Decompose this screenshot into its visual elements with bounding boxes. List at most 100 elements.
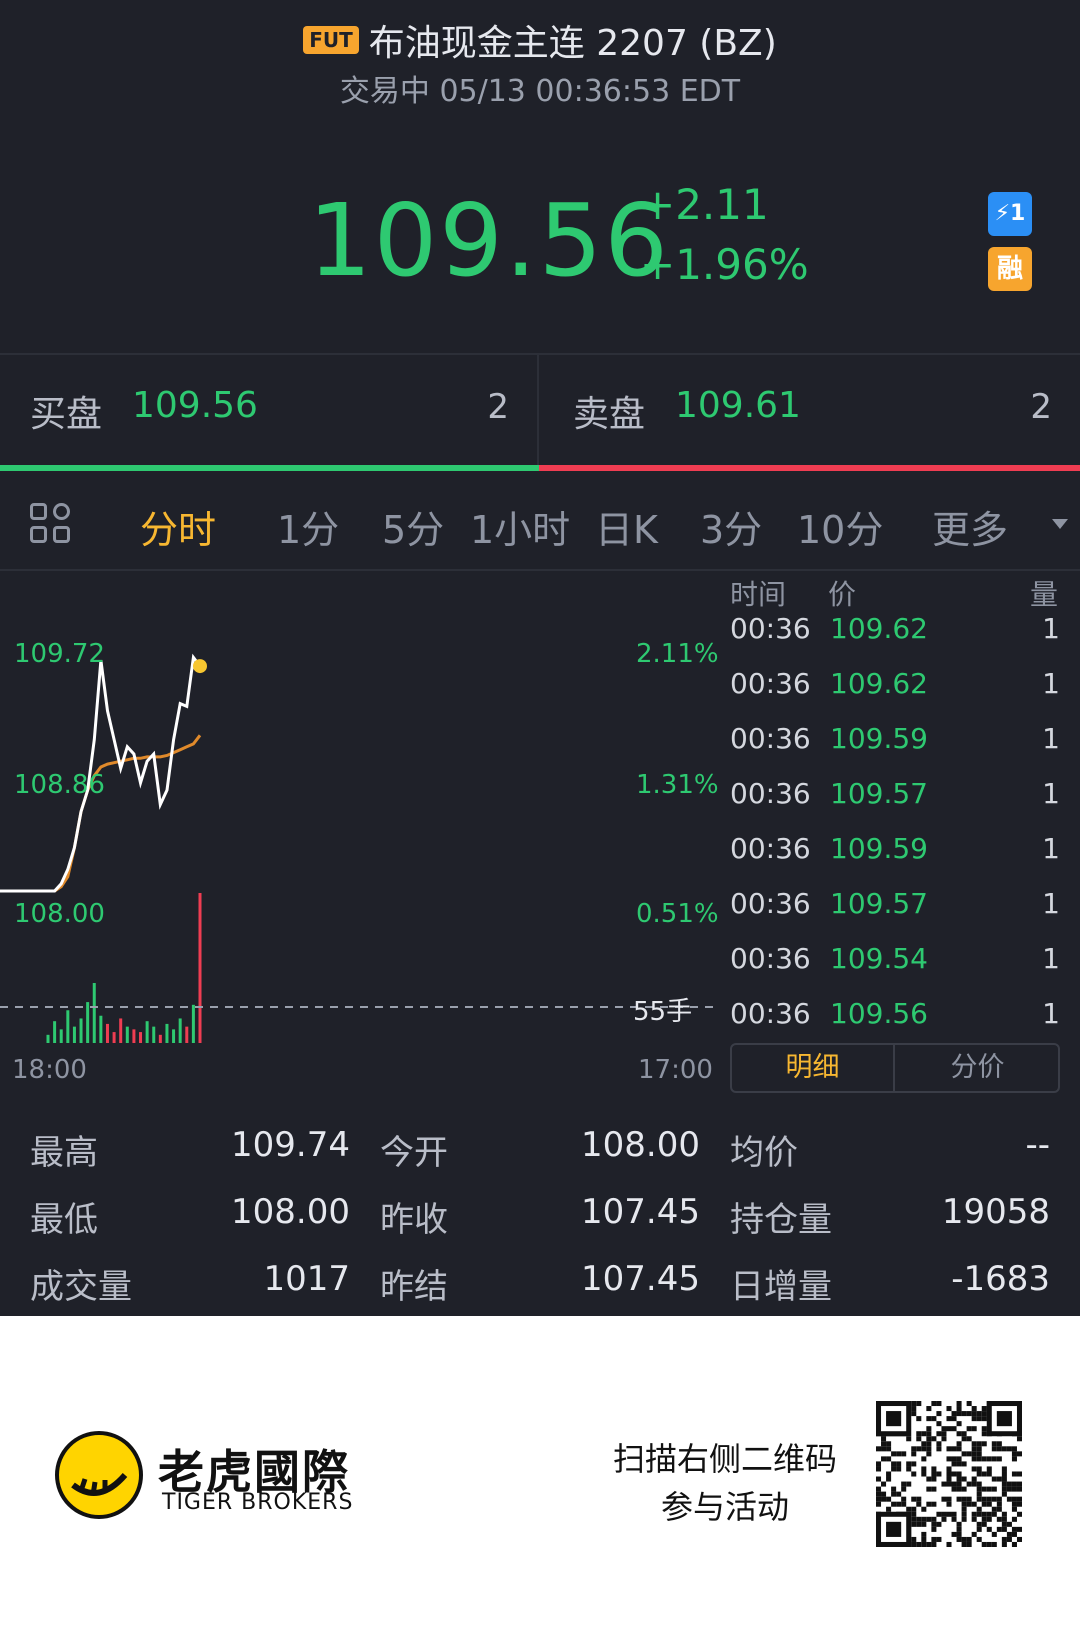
period-tabs: 分时 1分 5分 1小时 日K 3分 10分 更多 <box>0 471 1080 571</box>
volume-bar <box>178 1018 182 1043</box>
volume-bar <box>139 1032 143 1043</box>
volume-bar <box>145 1021 149 1043</box>
volume-bar <box>105 1023 109 1043</box>
tab-1min[interactable]: 1分 <box>277 499 339 554</box>
title-line: FUT 布油现金主连 2207 (BZ) <box>0 14 1080 66</box>
margin-badge-icon[interactable]: 融 <box>988 247 1032 291</box>
bid-panel[interactable]: 买盘 109.56 2 <box>0 355 537 465</box>
trading-status: 交易中 05/13 00:36:53 EDT <box>339 74 741 109</box>
promo-footer: 老虎國際 TIGER BROKERS 扫描右侧二维码 参与活动 <box>0 1316 1080 1632</box>
futures-badge: FUT <box>303 26 359 54</box>
tick-row: 00:36 109.54 1 <box>730 942 1060 975</box>
volume-bar <box>198 893 202 1043</box>
stat-prev-settle-label: 昨结 <box>380 1267 448 1307</box>
tab-5min[interactable]: 5分 <box>382 499 444 554</box>
qr-code-icon[interactable] <box>876 1401 1022 1547</box>
tab-intraday[interactable]: 分时 <box>140 499 216 554</box>
stat-volume-label: 成交量 <box>30 1267 132 1307</box>
stat-high: 109.74 <box>231 1125 350 1165</box>
bid-price: 109.56 <box>132 385 258 426</box>
chart-canvas <box>0 653 720 1043</box>
volume-bar <box>152 1026 156 1043</box>
stat-open-interest-label: 持仓量 <box>730 1200 832 1240</box>
volume-bar <box>79 1018 83 1043</box>
header: FUT 布油现金主连 2207 (BZ) 交易中 05/13 00:36:53 E… <box>0 0 1080 120</box>
tick-row: 00:36 109.59 1 <box>730 832 1060 865</box>
tab-detail[interactable]: 明细 <box>732 1045 895 1091</box>
stat-prev-close: 107.45 <box>581 1192 700 1232</box>
stat-avg: -- <box>1025 1125 1050 1165</box>
tiger-logo-icon <box>55 1431 143 1519</box>
last-price: 109.56 <box>308 182 670 299</box>
ask-panel[interactable]: 卖盘 109.61 2 <box>539 355 1080 465</box>
ask-price: 109.61 <box>675 385 801 426</box>
price-axis-low: 108.00 <box>14 899 105 929</box>
price-axis-high: 109.72 <box>14 639 105 669</box>
volume-bar <box>99 1015 103 1043</box>
ticks-view-toggle: 明细 分价 <box>730 1043 1060 1093</box>
stat-open-label: 今开 <box>380 1133 448 1173</box>
price-change-percent: +1.96% <box>640 240 809 289</box>
volume-bar <box>112 1032 116 1043</box>
quote-screen: FUT 布油现金主连 2207 (BZ) 交易中 05/13 00:36:53 E… <box>0 0 1080 1316</box>
tab-daily[interactable]: 日K <box>595 499 658 554</box>
stat-prev-close-label: 昨收 <box>380 1200 448 1240</box>
volume-bar <box>53 1021 57 1043</box>
volume-bar <box>86 1002 90 1043</box>
stat-high-label: 最高 <box>30 1133 98 1173</box>
ask-label: 卖盘 <box>573 394 646 435</box>
pct-axis-high: 2.11% <box>636 639 719 669</box>
stat-open-interest: 19058 <box>941 1192 1050 1232</box>
stat-low-label: 最低 <box>30 1200 98 1240</box>
last-price-dot <box>193 659 207 674</box>
volume-bar <box>46 1034 50 1043</box>
stat-low: 108.00 <box>231 1192 350 1232</box>
fast-trade-icon[interactable]: ⚡1 <box>988 192 1032 236</box>
price-axis-mid: 108.86 <box>14 770 105 800</box>
stat-open: 108.00 <box>581 1125 700 1165</box>
cta-line-1: 扫描右侧二维码 <box>612 1440 837 1478</box>
price-change: +2.11 <box>640 180 769 229</box>
brand-name-en: TIGER BROKERS <box>162 1490 354 1515</box>
tab-3min[interactable]: 3分 <box>700 499 762 554</box>
ticks-header-time: 时间 <box>730 578 787 611</box>
volume-bar <box>158 1034 162 1043</box>
volume-bar <box>119 1018 123 1043</box>
stat-avg-label: 均价 <box>730 1133 798 1173</box>
volume-bar <box>165 1023 169 1043</box>
volume-bar <box>172 1029 176 1043</box>
ask-size: 2 <box>1030 387 1052 427</box>
instrument-title: 布油现金主连 2207 (BZ) <box>368 23 777 64</box>
volume-bar <box>191 1004 195 1043</box>
bid-size: 2 <box>487 387 509 427</box>
volume-bar <box>125 1026 129 1043</box>
volume-bar <box>66 1010 70 1043</box>
time-axis-end: 17:00 <box>638 1055 713 1085</box>
grid-menu-icon[interactable] <box>30 503 72 545</box>
intraday-chart[interactable]: 109.72 108.86 108.00 2.11% 1.31% 0.51% 5… <box>0 573 720 1083</box>
tab-by-price[interactable]: 分价 <box>896 1045 1059 1091</box>
tick-row: 00:36 109.62 1 <box>730 612 1060 645</box>
tick-row: 00:36 109.57 1 <box>730 887 1060 920</box>
tick-row: 00:36 109.62 1 <box>730 667 1060 700</box>
cta-line-2: 参与活动 <box>660 1488 789 1526</box>
tick-row: 00:36 109.59 1 <box>730 722 1060 755</box>
time-axis-start: 18:00 <box>12 1055 87 1085</box>
volume-label: 55手 <box>633 997 693 1027</box>
stat-prev-settle: 107.45 <box>581 1259 700 1299</box>
pct-axis-low: 0.51% <box>636 899 719 929</box>
volume-bar <box>185 1026 189 1043</box>
chevron-down-icon[interactable] <box>1052 519 1068 529</box>
volume-bar <box>72 1026 76 1043</box>
tab-10min[interactable]: 10分 <box>797 499 883 554</box>
ticks-header-qty: 量 <box>1030 578 1059 611</box>
volume-bar <box>92 983 96 1043</box>
tab-more[interactable]: 更多 <box>932 499 1008 554</box>
bid-label: 买盘 <box>30 394 103 435</box>
ticks-header-price: 价 <box>828 578 857 611</box>
pct-axis-mid: 1.31% <box>636 770 719 800</box>
tab-1hour[interactable]: 1小时 <box>470 499 570 554</box>
volume-bar <box>59 1029 63 1043</box>
stat-oi-change: -1683 <box>951 1259 1050 1299</box>
stat-oi-change-label: 日增量 <box>730 1267 832 1307</box>
